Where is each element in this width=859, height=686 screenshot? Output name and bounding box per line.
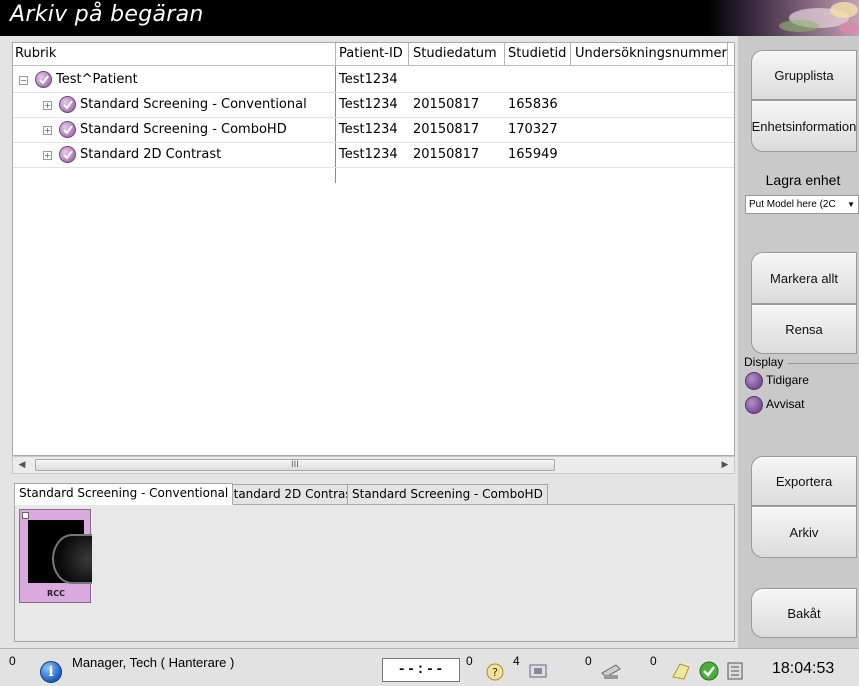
tab-standard-screening-conventional[interactable]: Standard Screening - Conventional xyxy=(14,483,234,505)
expand-icon[interactable]: + xyxy=(43,101,52,110)
help-queue-icon[interactable]: ? xyxy=(482,659,508,683)
flower-decoration-icon xyxy=(709,0,859,36)
display-label: Display xyxy=(744,355,784,369)
back-button[interactable]: Bakåt xyxy=(751,588,857,638)
timer-display: --:-- xyxy=(382,658,460,682)
svg-text:?: ? xyxy=(492,666,498,679)
table-row[interactable]: + Standard Screening - ComboHD Test1234 … xyxy=(13,118,734,142)
row-patient-id: Test1234 xyxy=(339,72,398,87)
device-info-button[interactable]: Enhetsinformation xyxy=(751,100,857,152)
column-header-title[interactable]: Rubrik xyxy=(15,43,56,65)
row-title: Standard Screening - ComboHD xyxy=(80,122,287,137)
column-separator xyxy=(504,43,505,65)
store-device-select[interactable]: Put Model here (2C ▼ xyxy=(745,195,859,214)
image-thumbnail[interactable]: RCC xyxy=(19,509,92,603)
thumbnail-label: RCC xyxy=(47,589,65,598)
header-divider xyxy=(13,65,734,66)
tab-panel: RCC xyxy=(14,504,735,642)
row-patient-id: Test1234 xyxy=(339,122,398,137)
row-study-date: 20150817 xyxy=(413,147,480,162)
column-separator xyxy=(570,43,571,65)
row-title: Test^Patient xyxy=(56,72,138,87)
horizontal-scrollbar[interactable]: ◀ III ▶ xyxy=(12,456,735,474)
display-group: Display Tidigare Avvisat xyxy=(742,355,859,441)
scroll-left-icon[interactable]: ◀ xyxy=(14,458,30,472)
display-option-label: Avvisat xyxy=(766,397,805,411)
row-title: Standard Screening - Conventional xyxy=(80,97,307,112)
group-list-button[interactable]: Grupplista xyxy=(751,50,857,100)
tab-standard-2d-contrast[interactable]: Standard 2D Contrast xyxy=(221,484,362,505)
network-queue-icon[interactable] xyxy=(526,659,552,683)
notes-icon[interactable] xyxy=(668,659,694,683)
display-option-previous[interactable]: Tidigare xyxy=(744,371,809,390)
table-row[interactable]: − Test^Patient Test1234 xyxy=(13,68,734,92)
system-icon[interactable] xyxy=(722,659,748,683)
row-study-date: 20150817 xyxy=(413,97,480,112)
row-study-date: 20150817 xyxy=(413,122,480,137)
study-grid[interactable]: Rubrik Patient-ID Studiedatum Studietid … xyxy=(12,42,735,456)
breast-outline xyxy=(52,534,92,584)
store-device-label: Lagra enhet xyxy=(765,172,841,188)
chevron-down-icon: ▼ xyxy=(847,200,855,209)
column-header-accession[interactable]: Undersökningsnummer xyxy=(575,43,727,65)
checked-icon[interactable] xyxy=(59,121,76,138)
status-ok-icon[interactable] xyxy=(696,659,722,683)
row-patient-id: Test1234 xyxy=(339,97,398,112)
thumbnail-checkbox[interactable] xyxy=(22,512,29,519)
table-row[interactable]: + Standard 2D Contrast Test1234 20150817… xyxy=(13,143,734,167)
row-divider xyxy=(13,167,734,168)
status-count: 4 xyxy=(513,654,520,668)
select-all-button[interactable]: Markera allt xyxy=(751,252,857,304)
main-panel: Rubrik Patient-ID Studiedatum Studietid … xyxy=(0,36,738,648)
archive-button[interactable]: Arkiv xyxy=(751,506,857,558)
column-separator xyxy=(335,43,336,65)
scroll-right-icon[interactable]: ▶ xyxy=(717,458,733,472)
column-header-study-time[interactable]: Studietid xyxy=(508,43,566,65)
scroll-thumb[interactable]: III xyxy=(35,459,555,471)
radio-icon xyxy=(745,396,763,414)
expand-icon[interactable]: + xyxy=(43,151,52,160)
status-count: 0 xyxy=(585,654,592,668)
row-study-time: 165836 xyxy=(508,97,558,112)
column-header-patient-id[interactable]: Patient-ID xyxy=(339,43,403,65)
table-row[interactable]: + Standard Screening - Conventional Test… xyxy=(13,93,734,117)
expand-icon[interactable]: + xyxy=(43,126,52,135)
checked-icon[interactable] xyxy=(59,96,76,113)
window-title: Arkiv på begäran xyxy=(10,2,204,27)
column-separator xyxy=(408,43,409,65)
info-count: 0 xyxy=(9,654,16,668)
display-option-rejected[interactable]: Avvisat xyxy=(744,395,805,414)
row-study-time: 170327 xyxy=(508,122,558,137)
status-count: 0 xyxy=(650,654,657,668)
clock: 18:04:53 xyxy=(772,660,835,677)
row-patient-id: Test1234 xyxy=(339,147,398,162)
status-bar: 0 i Manager, Tech ( Hanterare ) --:-- 0 … xyxy=(0,648,859,686)
column-separator xyxy=(727,43,728,65)
checked-icon[interactable] xyxy=(35,71,52,88)
status-count: 0 xyxy=(466,654,473,668)
checked-icon[interactable] xyxy=(59,146,76,163)
clear-button[interactable]: Rensa xyxy=(751,304,857,354)
info-icon[interactable]: i xyxy=(40,661,62,683)
collapse-icon[interactable]: − xyxy=(19,76,28,85)
export-button[interactable]: Exportera xyxy=(751,456,857,506)
tab-standard-screening-combohd[interactable]: Standard Screening - ComboHD xyxy=(347,484,548,505)
group-divider xyxy=(788,363,858,364)
scroll-grip: III xyxy=(291,460,299,470)
store-device-value: Put Model here (2C xyxy=(749,199,836,210)
mammogram-image xyxy=(28,520,92,584)
column-header-study-date[interactable]: Studiedatum xyxy=(413,43,497,65)
row-study-time: 165949 xyxy=(508,147,558,162)
right-sidebar: Grupplista Enhetsinformation Lagra enhet… xyxy=(738,36,859,648)
printer-queue-icon[interactable] xyxy=(598,659,624,683)
current-user[interactable]: Manager, Tech ( Hanterare ) xyxy=(72,655,234,670)
title-bar: Arkiv på begäran xyxy=(0,0,859,36)
row-title: Standard 2D Contrast xyxy=(80,147,222,162)
display-option-label: Tidigare xyxy=(766,373,809,387)
radio-icon xyxy=(745,372,763,390)
